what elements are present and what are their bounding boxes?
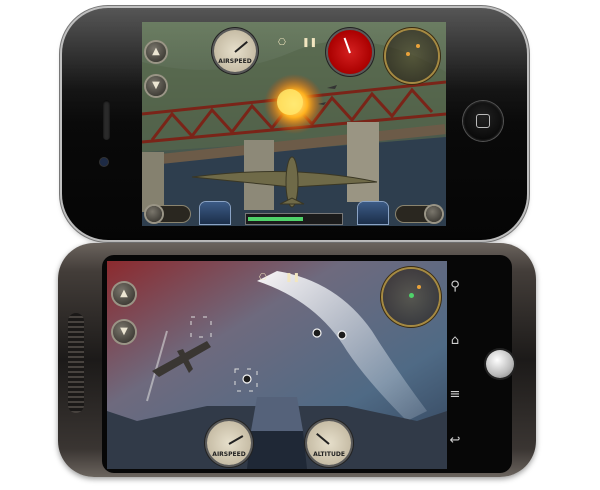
radar-blip	[416, 44, 420, 48]
altitude-needle	[316, 432, 330, 445]
airspeed-needle	[234, 40, 248, 53]
altitude-label: ALTITUDE	[313, 451, 345, 458]
pitch-up-button[interactable]: ▲	[113, 283, 135, 305]
health-fill	[248, 217, 304, 221]
camera-toggle-icon[interactable]: ⎔	[278, 38, 286, 48]
android-device: ⚲ ⌂ ≡ ↩ ▲ ▼ ⎔ ❚❚ AIRSPEED ALTITUDE	[58, 243, 536, 477]
radar-display	[383, 269, 439, 325]
iphone-game-screen[interactable]: ▲ ▼ AIRSPEED ⎔ ❚❚	[142, 22, 446, 226]
android-speaker-grille	[68, 313, 84, 413]
weapon-knob[interactable]	[426, 206, 442, 222]
fire-left-button[interactable]	[200, 202, 230, 224]
android-game-screen[interactable]: ▲ ▼ ⎔ ❚❚ AIRSPEED ALTITUDE	[107, 261, 447, 469]
iphone-earpiece	[103, 100, 110, 140]
airspeed-gauge: AIRSPEED	[214, 30, 256, 72]
pitch-down-button[interactable]: ▼	[113, 321, 135, 343]
pitch-up-button[interactable]: ▲	[146, 42, 166, 62]
radar-blip	[409, 293, 414, 298]
radar-display	[386, 30, 438, 82]
iphone-device: ▲ ▼ AIRSPEED ⎔ ❚❚	[62, 8, 527, 240]
fire-right-button[interactable]	[358, 202, 388, 224]
throttle-control[interactable]	[146, 206, 190, 222]
airspeed-label: AIRSPEED	[212, 451, 246, 458]
android-menu-key[interactable]: ≡	[446, 387, 464, 402]
android-search-key[interactable]: ⚲	[446, 279, 464, 294]
throttle-knob[interactable]	[146, 206, 162, 222]
android-back-key[interactable]: ↩	[446, 433, 464, 448]
bridge-pillar	[142, 152, 164, 212]
iphone-front-camera	[100, 158, 108, 166]
iphone-home-button[interactable]	[463, 101, 503, 141]
health-bar	[246, 214, 342, 224]
radar-blip	[406, 52, 410, 56]
weapon-selector[interactable]	[396, 206, 442, 222]
altitude-gauge: ALTITUDE	[307, 421, 351, 465]
bridge-pillar	[347, 122, 379, 202]
airspeed-needle	[228, 435, 244, 445]
pitch-down-button[interactable]: ▼	[146, 76, 166, 96]
warning-needle	[343, 37, 351, 54]
radar-blip	[417, 285, 421, 289]
warning-gauge	[328, 30, 372, 74]
pause-button[interactable]: ❚❚	[285, 273, 300, 283]
android-trackball[interactable]	[486, 350, 514, 378]
airspeed-label: AIRSPEED	[218, 58, 252, 65]
android-home-key[interactable]: ⌂	[446, 333, 464, 348]
camera-toggle-icon[interactable]: ⎔	[259, 273, 267, 283]
pause-button[interactable]: ❚❚	[302, 38, 317, 48]
airspeed-gauge: AIRSPEED	[207, 421, 251, 465]
